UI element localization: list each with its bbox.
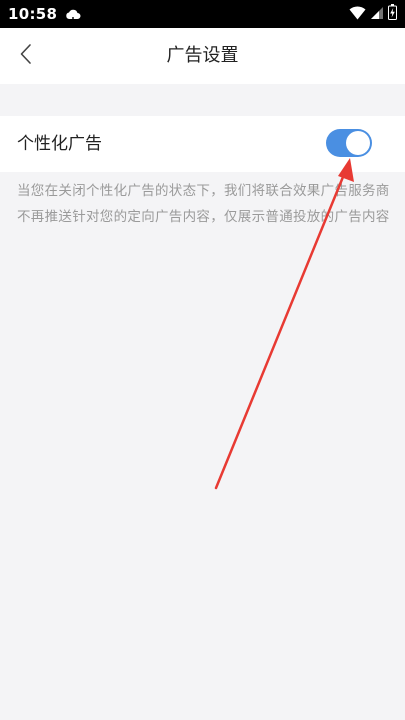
cloud-icon xyxy=(65,5,81,24)
battery-icon xyxy=(388,4,397,24)
status-left: 10:58 xyxy=(8,5,81,24)
annotation-arrow xyxy=(214,158,354,490)
signal-icon xyxy=(370,5,384,24)
page-title: 广告设置 xyxy=(166,45,239,66)
header: 广告设置 xyxy=(0,28,405,84)
personalized-ads-toggle[interactable] xyxy=(326,129,372,157)
personalized-ads-label: 个性化广告 xyxy=(17,134,102,154)
wifi-icon xyxy=(349,5,366,24)
personalized-ads-description: 当您在关闭个性化广告的状态下，我们将联合效果广告服务商不再推送针对您的定向广告内… xyxy=(17,183,390,225)
toggle-knob xyxy=(346,131,370,155)
personalized-ads-row: 个性化广告 xyxy=(0,116,405,172)
status-right xyxy=(349,4,397,24)
status-bar: 10:58 xyxy=(0,0,405,28)
status-time: 10:58 xyxy=(8,5,58,23)
